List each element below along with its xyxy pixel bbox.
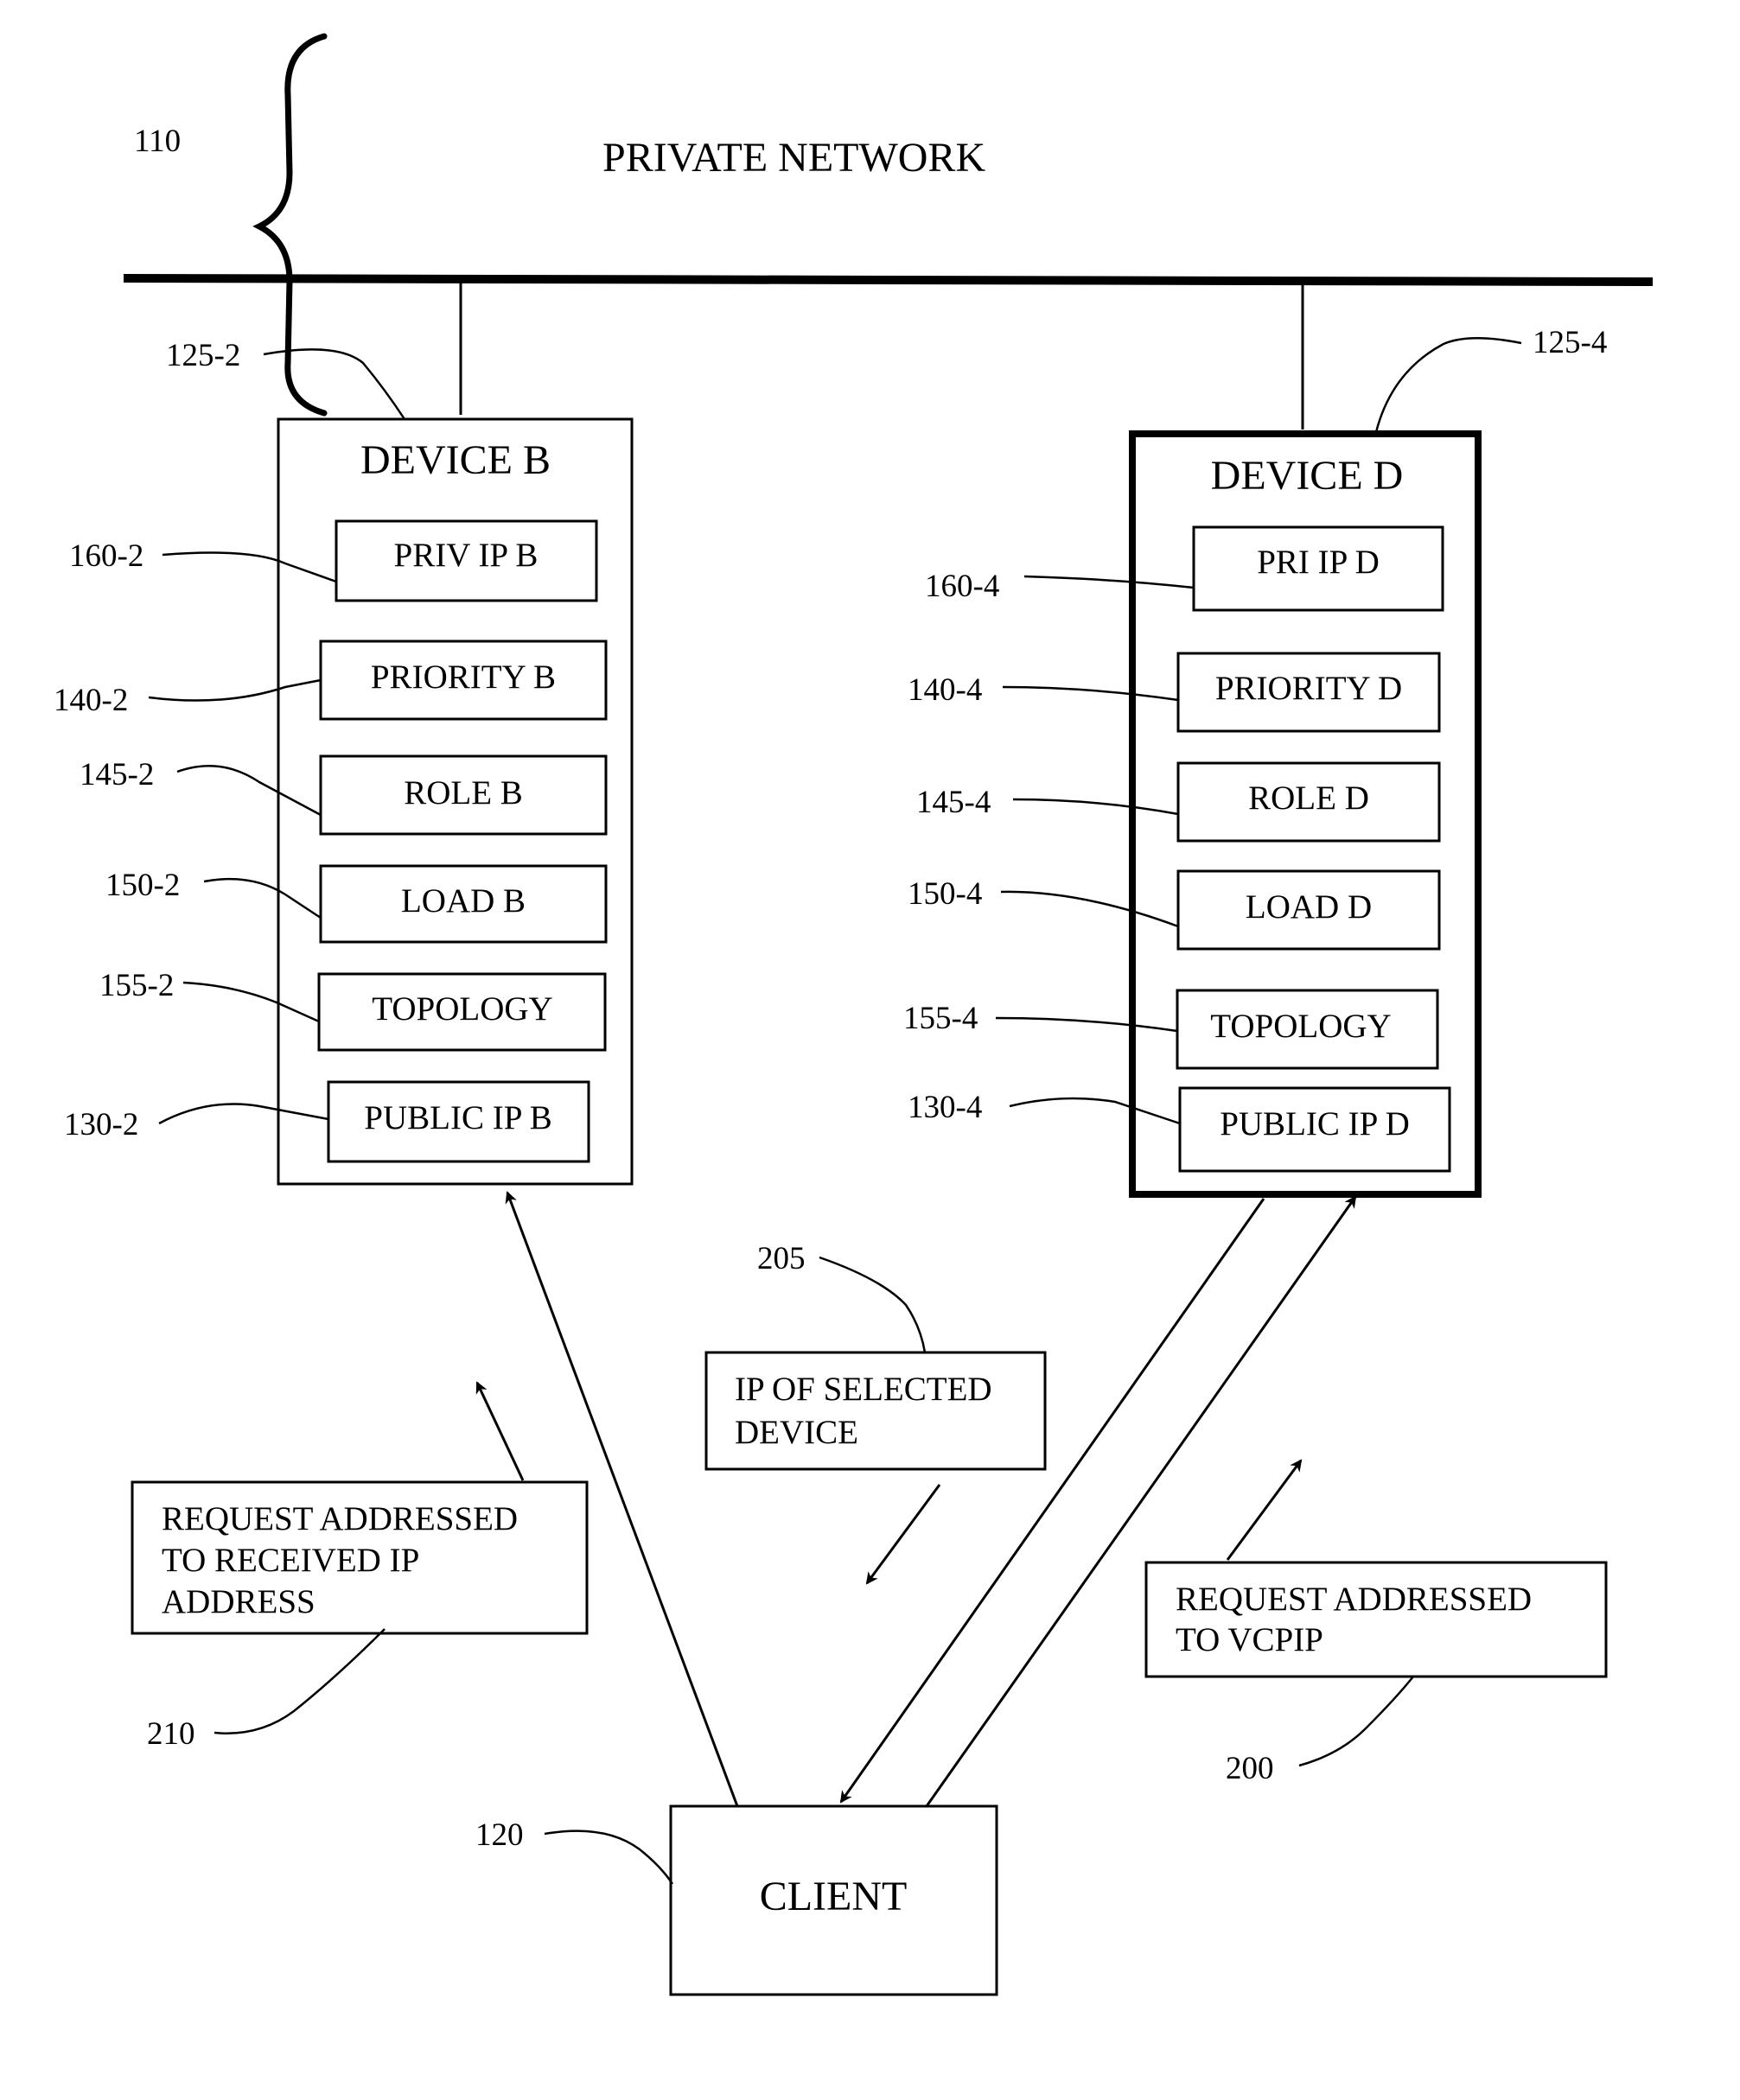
message-line: DEVICE [735,1414,858,1451]
arrow-client-to-device-d [925,1195,1357,1807]
message-ref: 200 [1226,1751,1274,1786]
field-label: PRIORITY B [371,659,556,696]
field-ref: 155-2 [99,968,174,1003]
field-ref: 140-2 [54,683,128,718]
message-direction-arrow [865,1484,941,1585]
client-leader [544,1830,674,1885]
field-label: LOAD B [401,882,526,920]
message-ref: 210 [147,1716,195,1752]
field-label: PRI IP D [1257,544,1380,581]
client-label: CLIENT [760,1874,908,1919]
field-label: PUBLIC IP D [1220,1105,1410,1142]
field-ref: 160-2 [69,538,143,574]
message-line: REQUEST ADDRESSED [162,1500,518,1537]
message-line: TO VCPIP [1176,1621,1323,1658]
field-ref: 130-2 [64,1107,138,1142]
network-label: PRIVATE NETWORK [602,135,985,181]
message-leader [819,1256,927,1353]
message-line: TO RECEIVED IP [162,1542,419,1579]
field-label: PRIORITY D [1215,670,1402,707]
field-label: PRIV IP B [394,537,539,574]
network-diagram: 110 PRIVATE NETWORK DEVICE B 125-2 PRIV … [54,33,1654,1996]
message-line: REQUEST ADDRESSED [1176,1581,1532,1618]
message-ref: 205 [757,1241,806,1276]
network-ref: 110 [134,124,181,159]
device-d-ref: 125-4 [1533,325,1607,360]
message-leader [214,1628,386,1734]
arrow-device-d-to-client [839,1198,1265,1804]
message-direction-arrow [1226,1459,1303,1561]
field-label: TOPOLOGY [372,990,552,1028]
message-200: REQUEST ADDRESSED TO VCPIP 200 [1144,1459,1608,1786]
field-label: PUBLIC IP B [364,1099,551,1136]
field-ref: 155-4 [903,1001,978,1036]
device-b: DEVICE B 125-2 PRIV IP B 160-2 PRIORITY … [54,338,634,1186]
message-205: IP OF SELECTED DEVICE 205 [704,1241,1047,1585]
field-ref: 145-4 [916,785,991,820]
message-210: REQUEST ADDRESSED TO RECEIVED IP ADDRESS… [131,1381,589,1752]
client-ref: 120 [475,1817,524,1853]
field-label: TOPOLOGY [1210,1008,1391,1045]
device-b-title: DEVICE B [360,437,551,483]
field-label: ROLE D [1248,780,1369,817]
device-d-title: DEVICE D [1211,453,1404,499]
field-ref: 140-4 [908,672,982,708]
device-b-leader [263,348,406,420]
message-line: IP OF SELECTED [735,1371,992,1408]
field-ref: 160-4 [925,569,999,604]
message-box [1144,1561,1608,1678]
client: CLIENT 120 [475,1804,998,1996]
field-label: ROLE B [404,774,523,811]
network-brace [252,33,328,417]
field-ref: 150-4 [908,876,982,912]
message-leader [1298,1676,1414,1767]
device-d: DEVICE D 125-4 PRI IP D 160-4 PRIORITY D… [903,325,1607,1198]
network-bus [123,274,1654,286]
field-label: LOAD D [1246,888,1372,926]
message-line: ADDRESS [162,1583,315,1620]
message-direction-arrow [475,1381,525,1481]
field-ref: 145-2 [80,757,154,792]
device-d-leader [1374,337,1522,433]
field-ref: 130-4 [908,1090,982,1125]
device-b-ref: 125-2 [166,338,240,373]
field-ref: 150-2 [105,868,180,903]
